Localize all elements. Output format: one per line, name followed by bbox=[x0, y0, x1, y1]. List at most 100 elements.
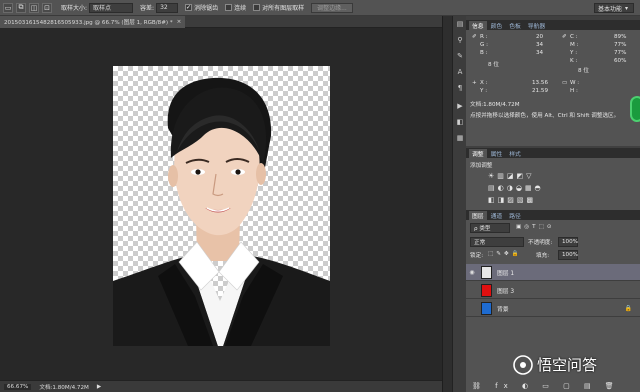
g-value: 34 bbox=[536, 42, 544, 48]
tab-properties[interactable]: 属性 bbox=[488, 149, 506, 158]
info-panel-tabs: 信息 颜色 色板 导航器 bbox=[466, 20, 640, 30]
swatches-icon[interactable]: ▦ bbox=[455, 134, 465, 143]
tab-paths[interactable]: 路径 bbox=[506, 211, 524, 220]
layer-bottom-toolbar[interactable]: ⛓ fx ◐ ▭ ▢ ▤ 🗑 bbox=[472, 382, 620, 390]
document-canvas[interactable] bbox=[113, 66, 330, 346]
selection-mode-add-icon[interactable]: ⧉ bbox=[16, 2, 26, 13]
tab-layers[interactable]: 图层 bbox=[469, 210, 487, 220]
eye-icon[interactable]: ◉ bbox=[466, 269, 478, 276]
layer-thumbnail bbox=[481, 301, 492, 315]
document-size: 文档:1.80M/4.72M bbox=[39, 384, 89, 391]
tab-channels[interactable]: 通道 bbox=[488, 211, 506, 220]
vertical-scrollbar[interactable] bbox=[442, 16, 452, 392]
document-tab-title: 201503161548281650593​3.jpg @ 66.7% (图层 … bbox=[4, 20, 173, 26]
layer-name: 背景 bbox=[497, 306, 509, 313]
adjust-icons-row1[interactable]: ☀▥◪◩▽ bbox=[488, 172, 535, 180]
status-bar: 66.67% 文档:1.80M/4.72M ▶ bbox=[0, 380, 442, 392]
selection-size-icon: ▭ bbox=[562, 80, 568, 86]
fill-label: 填充: bbox=[536, 253, 550, 259]
panel-dock: ▤ ⚲ ✎ A ¶ ▶ ◧ ▦ bbox=[452, 16, 466, 392]
g-label: G : bbox=[480, 42, 488, 48]
tab-navigator[interactable]: 导航器 bbox=[525, 21, 548, 30]
workspace-label: 基本功能 bbox=[598, 5, 623, 13]
bit-depth-left: 8 位 bbox=[488, 62, 499, 68]
play-icon[interactable]: ▶ bbox=[97, 384, 101, 390]
layer-row[interactable]: 背景 🔒 bbox=[466, 300, 640, 317]
sample-all-label: 对所有图层取样 bbox=[262, 5, 305, 12]
sample-size-select[interactable]: 取样点 bbox=[89, 2, 134, 13]
contiguous-label: 连续 bbox=[234, 5, 247, 12]
selection-mode-subtract-icon[interactable]: ◫ bbox=[29, 2, 39, 13]
opacity-label: 不透明度: bbox=[528, 240, 553, 246]
refine-edge-button[interactable]: 调整边缘... bbox=[311, 2, 353, 13]
close-icon[interactable]: × bbox=[177, 19, 182, 25]
antialias-checkbox[interactable]: ✓ bbox=[185, 4, 193, 11]
selection-mode-new-icon[interactable]: ▭ bbox=[3, 2, 13, 13]
filter-icons[interactable]: ▣◎T⬚⊙ bbox=[516, 224, 555, 230]
r-value: 20 bbox=[536, 34, 544, 40]
bit-depth-right: 8 位 bbox=[578, 68, 589, 74]
tab-swatches[interactable]: 色板 bbox=[506, 21, 524, 30]
contiguous-checkbox[interactable] bbox=[225, 4, 233, 11]
y-label: Y : bbox=[570, 50, 578, 56]
actions-icon[interactable]: ▶ bbox=[455, 102, 465, 111]
workspace-select[interactable]: 基本功能 ▾ bbox=[594, 3, 634, 13]
sample-size-label: 取样大小: bbox=[61, 5, 88, 12]
layer-row[interactable]: 图层 3 bbox=[466, 282, 640, 299]
layer-kind-filter[interactable]: ρ 类型 bbox=[470, 223, 510, 233]
selection-mode-intersect-icon[interactable]: ⊡ bbox=[42, 2, 52, 13]
brush-icon[interactable]: ✎ bbox=[455, 52, 465, 61]
adjust-icons-row3[interactable]: ◧◨▨▧▩ bbox=[488, 196, 536, 204]
y-coord-label: Y : bbox=[480, 88, 488, 94]
y-value: 77% bbox=[614, 50, 627, 56]
zoom-level[interactable]: 66.67% bbox=[4, 383, 32, 390]
blend-mode-select[interactable]: 正常 bbox=[470, 237, 524, 247]
x-label: X : bbox=[480, 80, 488, 86]
tolerance-label: 容差: bbox=[140, 5, 155, 12]
k-value: 60% bbox=[614, 58, 627, 64]
k-label: K : bbox=[570, 58, 578, 64]
tool-presets-icon[interactable]: ⚲ bbox=[455, 36, 465, 45]
document-tab-bar: 201503161548281650593​3.jpg @ 66.7% (图层 … bbox=[0, 16, 442, 28]
float-button[interactable] bbox=[630, 96, 640, 122]
w-label: W : bbox=[570, 80, 580, 86]
tab-styles[interactable]: 样式 bbox=[506, 149, 524, 158]
layer-thumbnail bbox=[481, 265, 492, 279]
character-icon[interactable]: A bbox=[455, 68, 465, 77]
m-value: 77% bbox=[614, 42, 627, 48]
layer-name: 图层 1 bbox=[497, 270, 515, 277]
b-label: B : bbox=[480, 50, 488, 56]
info-doc-size: 文档:1.80M/4.72M bbox=[470, 102, 520, 108]
adjust-panel-tabs: 调整 属性 样式 bbox=[466, 148, 640, 158]
x-value: 13.56 bbox=[532, 80, 549, 86]
r-label: R : bbox=[480, 34, 488, 40]
layer-thumbnail bbox=[481, 283, 492, 297]
layer-name: 图层 3 bbox=[497, 288, 515, 295]
sample-all-checkbox[interactable] bbox=[253, 4, 261, 11]
layer-row[interactable]: ◉ 图层 1 bbox=[466, 264, 640, 281]
options-bar: ▭ ⧉ ◫ ⊡ 取样大小: 取样点 容差: 32 ✓ 消除锯齿 连续 对所有图层取样 … bbox=[0, 0, 640, 16]
layer-comps-icon[interactable]: ◧ bbox=[455, 118, 465, 127]
b-value: 34 bbox=[536, 50, 544, 56]
opacity-input[interactable]: 100% bbox=[558, 237, 578, 247]
fill-input[interactable]: 100% bbox=[558, 250, 578, 260]
portrait-image bbox=[113, 77, 330, 346]
paragraph-icon[interactable]: ¶ bbox=[455, 84, 465, 93]
tab-adjustments[interactable]: 调整 bbox=[469, 148, 487, 158]
antialias-label: 消除锯齿 bbox=[194, 5, 219, 12]
info-panel: ✐ R : 20 G : 34 B : 34 8 位 ✐ C : 89% M :… bbox=[466, 30, 640, 146]
y-coord-value: 21.59 bbox=[532, 88, 549, 94]
lock-label: 锁定: bbox=[470, 253, 484, 259]
eyedropper-icon: ✐ bbox=[472, 34, 477, 40]
tolerance-input[interactable]: 32 bbox=[156, 2, 179, 13]
adjust-title: 添加调整 bbox=[470, 163, 493, 169]
history-icon[interactable]: ▤ bbox=[455, 20, 465, 29]
chevron-down-icon: ▾ bbox=[625, 4, 629, 12]
lock-icon: 🔒 bbox=[624, 304, 632, 312]
tab-color[interactable]: 颜色 bbox=[488, 21, 506, 30]
lock-icons[interactable]: ⬚✎✥🔒 bbox=[488, 251, 522, 257]
crosshair-icon: + bbox=[472, 80, 477, 86]
adjust-icons-row2[interactable]: ▤◐◑◒▦◓ bbox=[488, 184, 544, 192]
document-tab[interactable]: 201503161548281650593​3.jpg @ 66.7% (图层 … bbox=[0, 16, 186, 28]
tab-info[interactable]: 信息 bbox=[469, 20, 487, 30]
